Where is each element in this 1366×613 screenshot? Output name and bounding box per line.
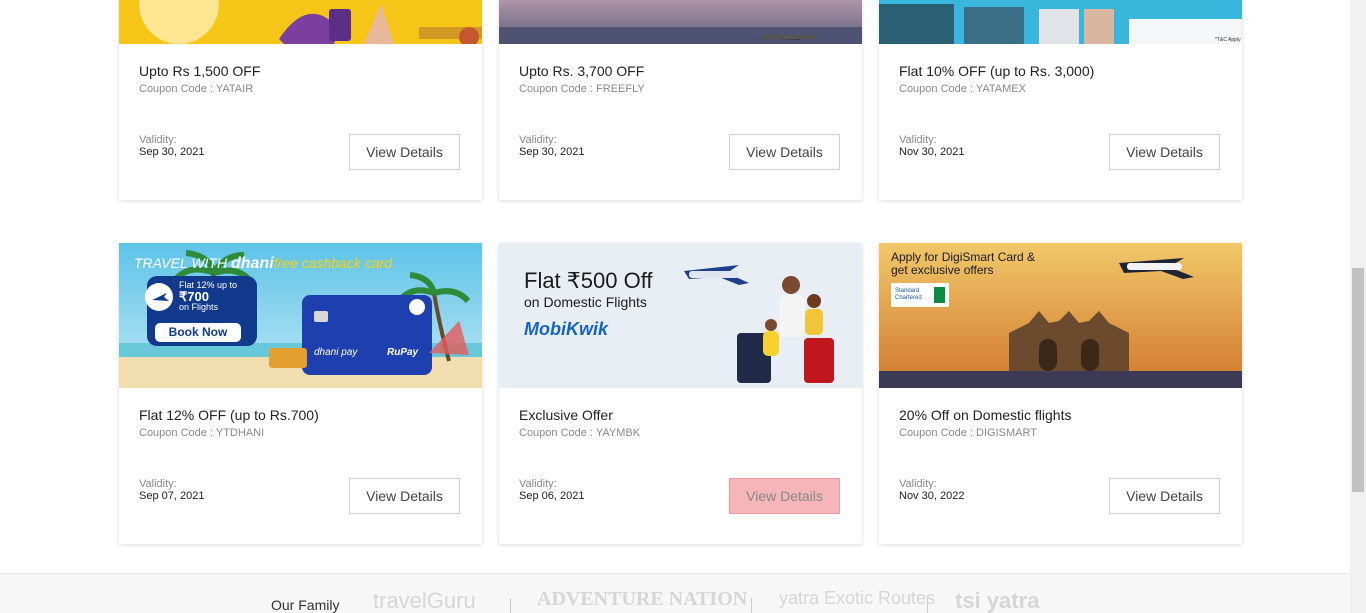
scrollbar-thumb[interactable]: [1352, 268, 1364, 492]
offers-page: Upto Rs 1,500 OFF Coupon Code : YATAIR V…: [0, 0, 1350, 613]
digismart-line2: get exclusive offers: [891, 263, 994, 277]
coupon-code: Coupon Code : YAYMBK: [519, 427, 641, 439]
digismart-line1: Apply for DigiSmart Card &: [891, 250, 1036, 264]
standard-chartered-logo: Standard Chartered: [895, 288, 922, 301]
offer-card[interactable]: TRAVEL WITH dhanifree cashback card Flat…: [119, 243, 482, 544]
adventure-nation-logo[interactable]: ADVENTURE NATION: [537, 588, 747, 611]
coupon-code: Coupon Code : YATAIR: [139, 83, 254, 95]
terms-note: *T&C Apply: [1215, 37, 1241, 43]
view-details-button[interactable]: View Details: [1109, 134, 1220, 170]
validity-label: Validity:: [899, 478, 937, 490]
validity-label: Validity:: [139, 478, 177, 490]
mobikwik-headline: Flat ₹500 Off: [524, 268, 653, 293]
offer-banner: [499, 0, 862, 44]
validity-date: Sep 06, 2021: [519, 490, 585, 502]
validity-date: Nov 30, 2022: [899, 490, 965, 502]
offer-title: Flat 10% OFF (up to Rs. 3,000): [899, 63, 1095, 79]
offer-banner: Apply for DigiSmart Card & get exclusive…: [879, 243, 1242, 388]
yatra-exotic-routes-logo[interactable]: yatra Exotic Routes: [779, 588, 935, 609]
view-details-button[interactable]: View Details: [349, 134, 460, 170]
validity-date: Sep 30, 2021: [519, 146, 585, 158]
travelguru-logo[interactable]: travelGuru: [373, 588, 476, 613]
view-details-button[interactable]: View Details: [729, 134, 840, 170]
validity-date: Sep 30, 2021: [139, 146, 205, 158]
offer-title: Exclusive Offer: [519, 407, 613, 423]
view-details-button[interactable]: View Details: [729, 478, 840, 514]
mobikwik-logo: MobiKwik: [524, 319, 608, 339]
coupon-code: Coupon Code : FREEFLY: [519, 83, 645, 95]
validity-date: Nov 30, 2021: [899, 146, 965, 158]
validity-date: Sep 07, 2021: [139, 490, 205, 502]
footer-divider: [751, 598, 752, 613]
vertical-scrollbar[interactable]: [1350, 0, 1366, 613]
view-details-button[interactable]: View Details: [349, 478, 460, 514]
coupon-code: Coupon Code : DIGISMART: [899, 427, 1037, 439]
offer-banner: Flat ₹500 Off on Domestic Flights MobiKw…: [499, 243, 862, 388]
tsi-yatra-logo[interactable]: tsi yatra: [955, 588, 1039, 613]
footer: Our Family travelGuru ADVENTURE NATION y…: [0, 573, 1350, 613]
dhani-headline: TRAVEL WITH dhanifree cashback card: [134, 255, 392, 272]
validity-label: Validity:: [519, 134, 557, 146]
coupon-code: Coupon Code : YTDHANI: [139, 427, 265, 439]
dhani-pay-label: dhani pay: [314, 347, 358, 358]
offer-title: Upto Rs. 3,700 OFF: [519, 63, 645, 79]
offer-banner: *T&C Apply: [879, 0, 1242, 44]
rupay-label: RuPay: [387, 347, 419, 358]
offer-banner: TRAVEL WITH dhanifree cashback card Flat…: [119, 243, 482, 388]
offer-card[interactable]: Upto Rs 1,500 OFF Coupon Code : YATAIR V…: [119, 0, 482, 200]
mobikwik-sub: on Domestic Flights: [524, 294, 647, 310]
offer-card[interactable]: Flat ₹500 Off on Domestic Flights MobiKw…: [499, 243, 862, 544]
validity-label: Validity:: [519, 478, 557, 490]
offer-title: 20% Off on Domestic flights: [899, 407, 1072, 423]
footer-divider: [927, 598, 928, 613]
footer-divider: [510, 598, 511, 613]
validity-label: Validity:: [139, 134, 177, 146]
our-family-label: Our Family: [271, 597, 340, 613]
offer-title: Flat 12% OFF (up to Rs.700): [139, 407, 319, 423]
view-details-button[interactable]: View Details: [1109, 478, 1220, 514]
offer-card[interactable]: Upto Rs. 3,700 OFF Coupon Code : FREEFLY…: [499, 0, 862, 200]
validity-label: Validity:: [899, 134, 937, 146]
dhani-badge: Flat 12% up to ₹700 on Flights: [179, 280, 238, 312]
book-now-button: Book Now: [168, 325, 228, 339]
offer-card[interactable]: *T&C Apply Flat 10% OFF (up to Rs. 3,000…: [879, 0, 1242, 200]
offer-title: Upto Rs 1,500 OFF: [139, 63, 261, 79]
offer-card[interactable]: Apply for DigiSmart Card & get exclusive…: [879, 243, 1242, 544]
coupon-code: Coupon Code : YATAMEX: [899, 83, 1026, 95]
offer-banner: [119, 0, 482, 44]
